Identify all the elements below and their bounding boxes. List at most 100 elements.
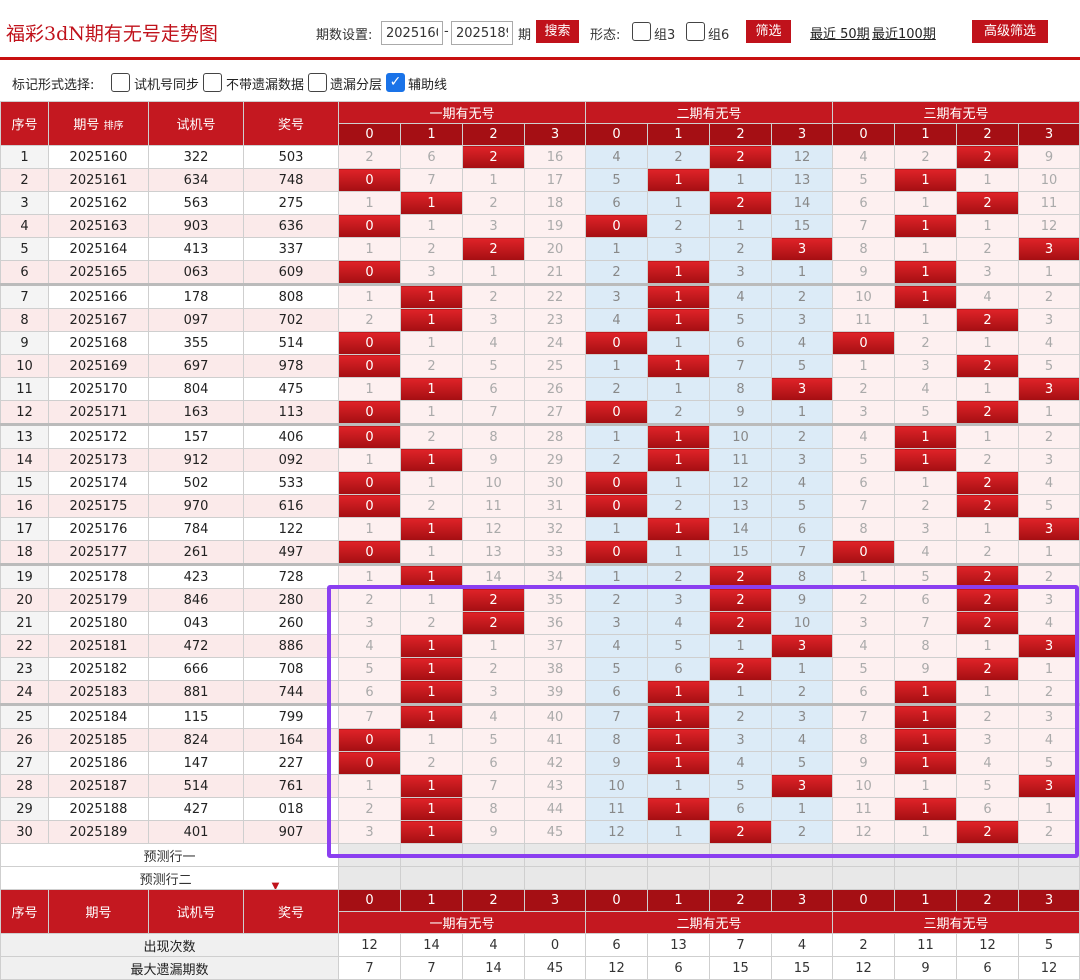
predict-cell[interactable] — [338, 843, 401, 867]
predict-cell[interactable] — [400, 866, 463, 890]
predict-cell[interactable] — [462, 843, 525, 867]
predict-cell[interactable] — [709, 843, 773, 867]
omission-cell: 1 — [338, 774, 401, 798]
hit-cell: 1 — [894, 448, 958, 472]
predict-cell[interactable] — [523, 866, 587, 890]
predict-cell[interactable] — [771, 866, 834, 890]
arrow-down-icon[interactable]: ▼ — [272, 881, 280, 889]
seq-cell: 24 — [0, 680, 49, 705]
omission-cell: 2 — [400, 237, 463, 261]
predict-cell[interactable] — [462, 866, 525, 890]
hit-cell: 0 — [338, 471, 401, 495]
footer-subheader-digit: 2 — [462, 889, 525, 912]
no-omission-checkbox[interactable] — [203, 73, 222, 92]
predict-cell[interactable] — [832, 866, 896, 890]
omission-cell: 1 — [1018, 657, 1080, 681]
hit-cell: 1 — [647, 448, 711, 472]
table-row: 9 2025168 355 514 0 1 4 24 0 1 6 4 0 2 1 4 — [0, 331, 1080, 355]
predict-cell[interactable] — [647, 843, 711, 867]
seq-cell: 7 — [0, 283, 49, 309]
predict-cell[interactable] — [956, 866, 1020, 890]
predict-cell[interactable] — [709, 866, 773, 890]
search-button[interactable]: 搜索 — [536, 20, 579, 43]
predict-cell[interactable] — [338, 866, 401, 890]
predict-cell[interactable] — [585, 843, 649, 867]
issue-cell: 2025166 — [48, 283, 149, 309]
period-to-input[interactable] — [451, 21, 513, 45]
omission-cell: 1 — [338, 191, 401, 215]
hit-cell: 1 — [894, 751, 958, 775]
omission-cell: 2 — [647, 563, 711, 589]
subheader-digit: 1 — [894, 123, 958, 146]
stats-value: 14 — [462, 956, 525, 980]
predict-row: 预测行二 ▼ — [0, 866, 1080, 890]
trial-cell: 115 — [148, 703, 244, 729]
omission-cell: 5 — [771, 494, 834, 518]
trial-cell: 413 — [148, 237, 244, 261]
prize-cell: 503 — [243, 145, 339, 169]
omission-cell: 6 — [832, 680, 896, 705]
col-issue-header[interactable]: 期号 排序 — [48, 101, 149, 146]
omission-cell: 1 — [771, 657, 834, 681]
predict-cell[interactable] — [1018, 843, 1080, 867]
stats-row: 出现次数 12 14 4 0 6 13 7 4 2 11 12 5 — [0, 933, 1080, 957]
prize-cell: 514 — [243, 331, 339, 355]
period-dash: - — [444, 24, 449, 39]
predict-cell[interactable] — [832, 843, 896, 867]
omission-layer-checkbox[interactable] — [308, 73, 327, 92]
table-row: 10 2025169 697 978 0 2 5 25 1 1 7 5 1 3 2 5 — [0, 354, 1080, 378]
footer-issue-header: 期号 — [48, 889, 149, 934]
hit-cell: 2 — [709, 563, 773, 589]
trial-cell: 472 — [148, 634, 244, 658]
omission-cell: 6 — [585, 191, 649, 215]
period-from-input[interactable] — [381, 21, 443, 45]
predict-cell[interactable] — [771, 843, 834, 867]
omission-cell: 6 — [462, 377, 525, 401]
omission-cell: 8 — [894, 634, 958, 658]
predict-cell[interactable] — [956, 843, 1020, 867]
omission-cell: 1 — [647, 471, 711, 495]
omission-cell: 15 — [709, 540, 773, 565]
group6-checkbox[interactable] — [686, 22, 705, 41]
omission-cell: 3 — [647, 237, 711, 261]
omission-cell: 21 — [523, 260, 587, 285]
omission-cell: 11 — [709, 448, 773, 472]
recent-100-link[interactable]: 最近100期 — [872, 23, 936, 42]
predict-cell[interactable] — [400, 843, 463, 867]
predict-cell[interactable] — [647, 866, 711, 890]
omission-cell: 1 — [400, 214, 463, 238]
advanced-filter-button[interactable]: 高级筛选 — [972, 20, 1048, 43]
predict-cell[interactable] — [523, 843, 587, 867]
hit-cell: 2 — [956, 588, 1020, 612]
recent-50-link[interactable]: 最近 50期 — [810, 23, 870, 42]
trial-sync-checkbox[interactable] — [111, 73, 130, 92]
omission-cell: 3 — [338, 611, 401, 635]
trial-cell: 355 — [148, 331, 244, 355]
group3-checkbox[interactable] — [632, 22, 651, 41]
sort-icon[interactable]: 排序 — [104, 121, 124, 132]
predict-label-text: 预测行二 — [139, 872, 192, 888]
omission-cell: 1 — [462, 634, 525, 658]
assist-line-checkbox[interactable]: ✓ — [386, 73, 405, 92]
predict-cell[interactable] — [894, 866, 958, 890]
omission-cell: 7 — [585, 703, 649, 729]
hit-cell: 0 — [338, 214, 401, 238]
seq-cell: 19 — [0, 563, 49, 589]
omission-cell: 3 — [956, 260, 1020, 285]
predict-cell[interactable] — [585, 866, 649, 890]
filter-button[interactable]: 筛选 — [746, 20, 791, 43]
omission-cell: 1 — [400, 471, 463, 495]
hit-cell: 2 — [956, 145, 1020, 169]
predict-cell[interactable] — [894, 843, 958, 867]
omission-cell: 42 — [523, 751, 587, 775]
omission-cell: 11 — [1018, 191, 1080, 215]
predict-cell[interactable] — [1018, 866, 1080, 890]
omission-cell: 1 — [894, 774, 958, 798]
subheader-digit: 1 — [647, 123, 711, 146]
issue-cell: 2025183 — [48, 680, 149, 705]
hit-cell: 1 — [894, 283, 958, 309]
omission-cell: 4 — [771, 728, 834, 752]
omission-cell: 2 — [832, 588, 896, 612]
stats-value: 6 — [956, 956, 1020, 980]
omission-cell: 12 — [771, 145, 834, 169]
